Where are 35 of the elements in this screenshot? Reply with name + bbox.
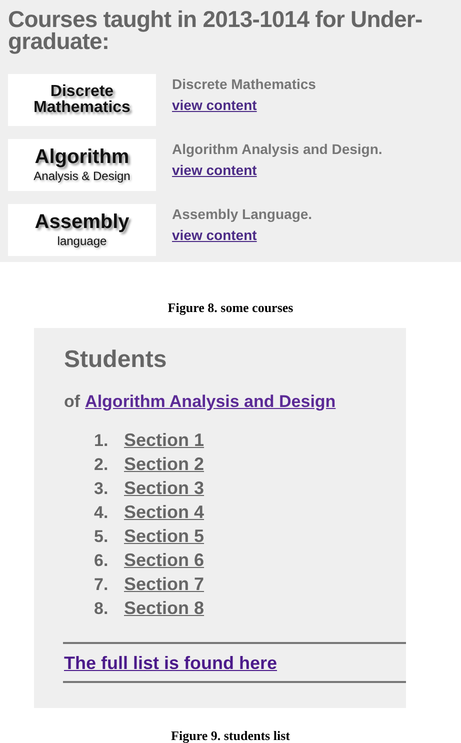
logo-subtitle: language bbox=[57, 234, 107, 248]
logo-title: Algorithm bbox=[34, 147, 130, 167]
of-label: of bbox=[64, 392, 80, 412]
logo-title: Discrete bbox=[50, 84, 114, 100]
list-number: 1. bbox=[94, 431, 110, 451]
full-list-link[interactable]: The full list is found here bbox=[64, 653, 278, 673]
figure-caption: Figure 8. some courses bbox=[166, 300, 294, 316]
section-link[interactable]: Section 3 bbox=[124, 478, 204, 499]
section-link[interactable]: Section 1 bbox=[124, 430, 204, 451]
view-content-link[interactable]: view content bbox=[172, 97, 257, 113]
section-link[interactable]: Section 7 bbox=[124, 574, 204, 595]
list-number: 3. bbox=[94, 479, 110, 499]
logo-title: Assembly bbox=[34, 212, 130, 232]
students-heading: Students bbox=[64, 346, 168, 374]
course-link[interactable]: Algorithm Analysis and Design bbox=[85, 392, 336, 412]
list-number: 5. bbox=[94, 527, 110, 547]
list-number: 7. bbox=[94, 575, 110, 595]
view-content-link[interactable]: view content bbox=[172, 227, 257, 243]
figure-caption: Figure 9. students list bbox=[170, 728, 291, 743]
logo-subtitle: Mathematics bbox=[34, 100, 130, 116]
course-name: Assembly Language. bbox=[172, 206, 312, 222]
page-title: Courses taught in 2013-1014 for Under-graduate: bbox=[8, 8, 424, 52]
logo-subtitle: Analysis & Design bbox=[34, 169, 130, 183]
course-name: Algorithm Analysis and Design. bbox=[172, 141, 382, 157]
list-number: 6. bbox=[94, 551, 110, 571]
list-number: 4. bbox=[94, 503, 110, 523]
section-link[interactable]: Section 6 bbox=[124, 550, 204, 571]
list-number: 8. bbox=[94, 599, 110, 619]
view-content-link[interactable]: view content bbox=[172, 162, 257, 178]
section-link[interactable]: Section 5 bbox=[124, 526, 204, 547]
course-name: Discrete Mathematics bbox=[172, 76, 316, 92]
section-link[interactable]: Section 4 bbox=[124, 502, 204, 523]
section-link[interactable]: Section 2 bbox=[124, 454, 204, 475]
list-number: 2. bbox=[94, 455, 110, 475]
section-link[interactable]: Section 8 bbox=[124, 598, 204, 619]
